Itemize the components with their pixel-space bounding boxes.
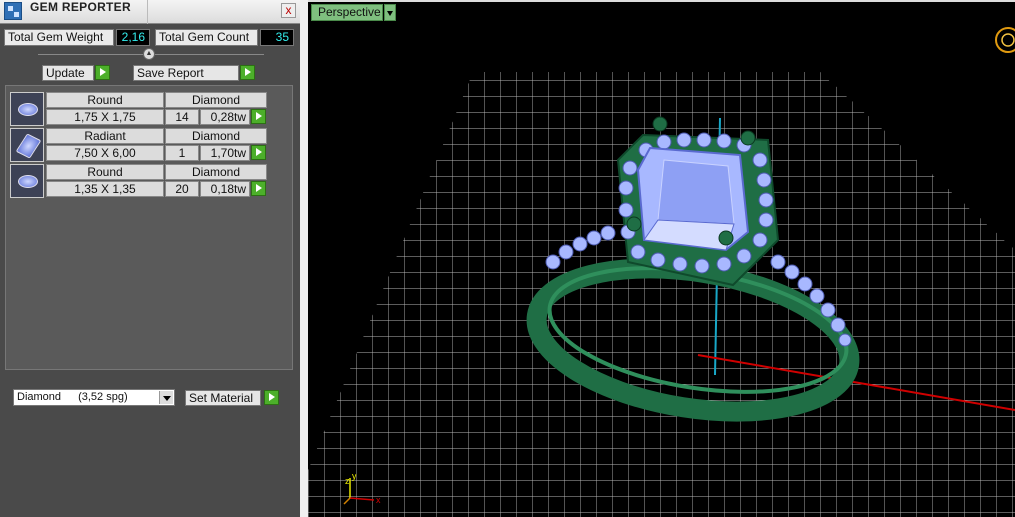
splitter-handle[interactable]: ▲ <box>143 48 155 60</box>
viewport-scene: y z x <box>308 27 1015 517</box>
gem-size: 1,35 X 1,35 <box>46 181 164 197</box>
gem-row[interactable]: Round Diamond 1,35 X 1,35 20 0,18tw <box>10 164 268 198</box>
gem-select-go-icon[interactable] <box>251 145 266 160</box>
gem-row[interactable]: Round Diamond 1,75 X 1,75 14 0,28tw <box>10 92 268 126</box>
close-button[interactable]: x <box>281 3 296 18</box>
axis-label-z: z <box>345 476 350 486</box>
gem-select-go-icon[interactable] <box>251 181 266 196</box>
center-stone-table <box>657 159 735 225</box>
round-gem-icon <box>10 164 44 198</box>
3d-viewport[interactable]: y z x Perspective <box>308 0 1015 517</box>
panel-titlebar: GEM REPORTER x <box>0 0 300 24</box>
radiant-gem-icon <box>10 128 44 162</box>
save-report-button[interactable]: Save Report <box>133 65 239 81</box>
total-gem-count-value: 35 <box>260 29 294 46</box>
gem-shape: Round <box>46 92 164 108</box>
update-go-icon[interactable] <box>95 65 110 80</box>
total-gem-weight-label: Total Gem Weight <box>4 29 114 46</box>
gem-shape: Round <box>46 164 164 180</box>
gem-select-go-icon[interactable] <box>251 109 266 124</box>
gem-count: 14 <box>165 109 199 125</box>
gem-weight: 0,28tw <box>200 109 250 125</box>
set-material-go-icon[interactable] <box>264 390 279 405</box>
gem-size: 1,75 X 1,75 <box>46 109 164 125</box>
gem-material: Diamond <box>165 164 267 180</box>
update-button[interactable]: Update <box>42 65 94 81</box>
round-gem-icon <box>10 92 44 126</box>
axis-label-x: x <box>376 495 381 505</box>
panel-title: GEM REPORTER <box>30 0 131 14</box>
material-name: Diamond <box>17 391 62 403</box>
gem-row[interactable]: Radiant Diamond 7,50 X 6,00 1 1,70tw <box>10 128 268 162</box>
gem-list: Round Diamond 1,75 X 1,75 14 0,28tw Radi… <box>5 85 293 370</box>
perspective-view-button[interactable]: Perspective <box>311 4 383 21</box>
axis-label-y: y <box>352 471 357 481</box>
gem-size: 7,50 X 6,00 <box>46 145 164 161</box>
view-cube-icon <box>995 27 1015 53</box>
gem-material: Diamond <box>165 92 267 108</box>
chevron-down-icon[interactable] <box>159 391 173 404</box>
chevron-down-icon[interactable] <box>384 4 396 21</box>
material-density: (3,52 spg) <box>78 391 128 403</box>
panel-splitter[interactable] <box>300 0 308 517</box>
gem-reporter-panel: GEM REPORTER x Total Gem Weight 2,16 Tot… <box>0 0 300 517</box>
total-gem-weight-value: 2,16 <box>116 29 150 46</box>
gem-weight: 1,70tw <box>200 145 250 161</box>
save-report-go-icon[interactable] <box>240 65 255 80</box>
gem-count: 20 <box>165 181 199 197</box>
material-select[interactable]: Diamond (3,52 spg) <box>13 389 175 406</box>
set-material-button[interactable]: Set Material <box>185 390 261 406</box>
gem-weight: 0,18tw <box>200 181 250 197</box>
gem-material: Diamond <box>165 128 267 144</box>
gem-shape: Radiant <box>46 128 164 144</box>
gem-count: 1 <box>165 145 199 161</box>
gem-reporter-icon <box>4 2 22 20</box>
titlebar-divider <box>147 0 148 24</box>
total-gem-count-label: Total Gem Count <box>155 29 258 46</box>
